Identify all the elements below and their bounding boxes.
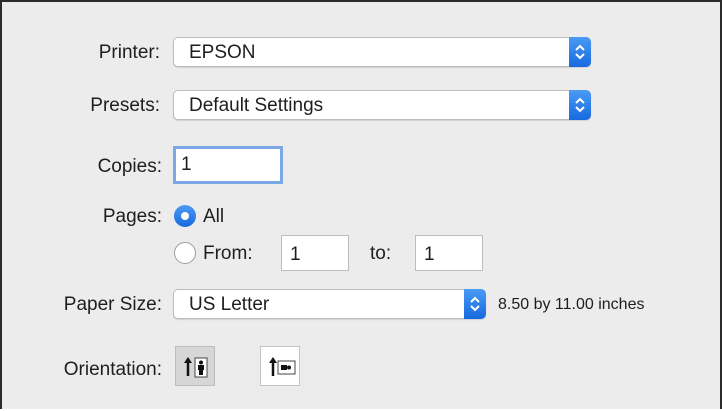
printer-popup[interactable]: EPSON: [173, 37, 591, 67]
printer-label: Printer:: [98, 42, 160, 63]
pages-label: Pages:: [102, 206, 162, 227]
presets-value: Default Settings: [189, 95, 324, 116]
paper-size-popup-arrows-icon: [464, 289, 486, 319]
orientation-landscape-button[interactable]: [260, 346, 300, 386]
paper-size-dimensions: 8.50 by 11.00 inches: [498, 296, 645, 313]
paper-size-label: Paper Size:: [63, 294, 162, 315]
pages-from-radio[interactable]: [174, 242, 196, 264]
printer-popup-arrows-icon: [569, 37, 591, 67]
paper-size-popup[interactable]: US Letter: [173, 289, 486, 319]
copies-label: Copies:: [97, 156, 162, 177]
orientation-label: Orientation:: [63, 359, 162, 380]
print-dialog: Printer: EPSON Presets: Default Settings…: [0, 0, 722, 409]
portrait-icon: [184, 357, 208, 378]
pages-to-label: to:: [370, 243, 392, 264]
pages-from-label: From:: [203, 243, 253, 264]
pages-all-radio[interactable]: [174, 205, 196, 227]
pages-to-field[interactable]: 1: [415, 235, 483, 271]
presets-popup[interactable]: Default Settings: [173, 90, 591, 120]
presets-label: Presets:: [90, 95, 160, 116]
pages-from-field[interactable]: 1: [281, 235, 349, 271]
copies-field[interactable]: 1: [173, 146, 283, 184]
printer-value: EPSON: [189, 42, 256, 63]
orientation-portrait-button[interactable]: [175, 346, 215, 386]
presets-popup-arrows-icon: [569, 90, 591, 120]
pages-all-label: All: [203, 206, 225, 227]
paper-size-value: US Letter: [189, 294, 270, 315]
landscape-icon: [269, 357, 296, 376]
